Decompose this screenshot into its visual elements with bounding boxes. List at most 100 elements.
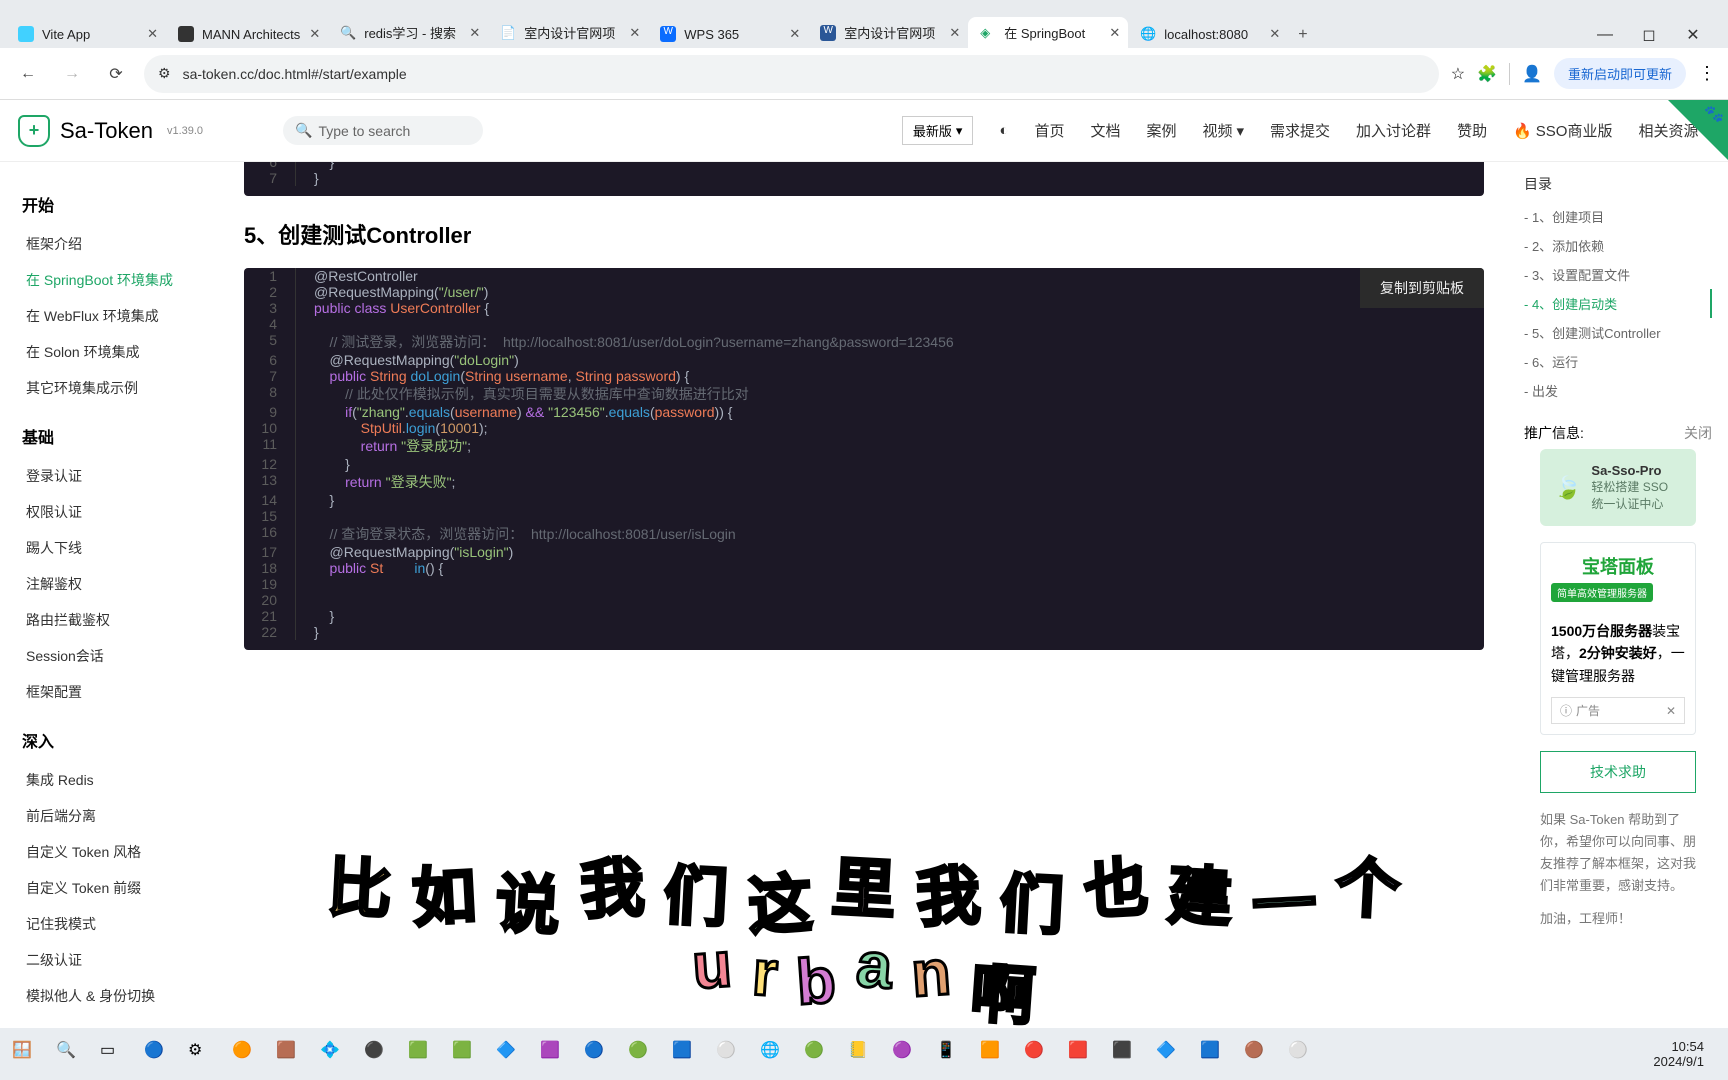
- sidebar-item-springboot[interactable]: 在 SpringBoot 环境集成: [22, 262, 220, 298]
- nav-home[interactable]: 首页: [1034, 120, 1064, 141]
- tab-wps[interactable]: WWPS 365✕: [648, 20, 808, 48]
- chrome-icon[interactable]: 🌐: [760, 1040, 788, 1068]
- nav-sso[interactable]: 🔥 SSO商业版: [1513, 120, 1612, 141]
- system-tray-clock[interactable]: 10:54 2024/9/1: [1653, 1039, 1716, 1069]
- profile-icon[interactable]: 👤: [1522, 64, 1542, 84]
- tab-mann[interactable]: MANN Architects✕: [166, 20, 328, 48]
- nav-cases[interactable]: 案例: [1146, 120, 1176, 141]
- back-button[interactable]: ←: [12, 58, 44, 90]
- help-button[interactable]: 技术求助: [1540, 751, 1696, 793]
- search-icon: 🔍: [295, 122, 312, 139]
- toc-item[interactable]: - 2、添加依赖: [1524, 231, 1712, 260]
- app-icon[interactable]: 🔵: [584, 1040, 612, 1068]
- sidebar-item-webflux[interactable]: 在 WebFlux 环境集成: [22, 298, 220, 334]
- windows-taskbar: 🪟 🔍 ▭ 🔵 ⚙ 🟠 🟫 💠 ⚫ 🟩 🟩 🔷 🟪 🔵 🟢 🟦 ⚪ 🌐 🟢 📒 …: [0, 1028, 1728, 1080]
- app-icon[interactable]: ⚙: [188, 1040, 216, 1068]
- url-text: sa-token.cc/doc.html#/start/example: [183, 66, 407, 82]
- app-icon[interactable]: 🟢: [628, 1040, 656, 1068]
- restart-update-button[interactable]: 重新启动即可更新: [1554, 58, 1686, 89]
- logo[interactable]: + Sa-Token v1.39.0: [18, 115, 203, 147]
- task-view-icon[interactable]: ▭: [100, 1040, 128, 1068]
- tab-localhost[interactable]: 🌐localhost:8080✕: [1128, 20, 1288, 48]
- close-icon[interactable]: ✕: [1269, 26, 1280, 42]
- nav-docs[interactable]: 文档: [1090, 120, 1120, 141]
- toc-item[interactable]: - 1、创建项目: [1524, 202, 1712, 231]
- tab-design1[interactable]: 📄室内设计官网项✕: [488, 17, 648, 48]
- new-tab-button[interactable]: +: [1288, 22, 1317, 48]
- thank-you-note: 如果 Sa-Token 帮助到了你，希望你可以向同事、朋友推荐了解本框架，这对我…: [1540, 809, 1696, 929]
- maximize-icon[interactable]: ◻: [1632, 22, 1666, 48]
- copy-clipboard-button[interactable]: 复制到剪贴板: [1360, 268, 1484, 308]
- toc-item[interactable]: - 3、设置配置文件: [1524, 260, 1712, 289]
- main-content: 5 System.out.println("启动成功, Sa-Token 配置如…: [220, 162, 1508, 1012]
- app-icon[interactable]: ⬛: [1112, 1040, 1140, 1068]
- app-icon[interactable]: 🟦: [672, 1040, 700, 1068]
- app-icon[interactable]: 🔷: [1156, 1040, 1184, 1068]
- nav-group[interactable]: 加入讨论群: [1356, 120, 1431, 141]
- app-icon[interactable]: ⚫: [364, 1040, 392, 1068]
- minimize-icon[interactable]: —: [1588, 22, 1622, 48]
- app-icon[interactable]: 🟣: [892, 1040, 920, 1068]
- search-taskbar-icon[interactable]: 🔍: [56, 1040, 84, 1068]
- toc-item[interactable]: - 6、运行: [1524, 347, 1712, 376]
- app-icon[interactable]: 📱: [936, 1040, 964, 1068]
- app-icon[interactable]: 🟫: [276, 1040, 304, 1068]
- close-ad-icon[interactable]: ✕: [1666, 704, 1676, 718]
- close-icon[interactable]: ✕: [1109, 25, 1120, 41]
- search-input[interactable]: 🔍 Type to search: [283, 116, 483, 145]
- app-icon[interactable]: 🟩: [452, 1040, 480, 1068]
- app-icon[interactable]: 🟤: [1244, 1040, 1272, 1068]
- app-icon[interactable]: 🔵: [144, 1040, 172, 1068]
- tab-design2[interactable]: W室内设计官网项✕: [808, 17, 968, 48]
- reload-button[interactable]: ⟳: [100, 58, 132, 90]
- app-icon[interactable]: 📒: [848, 1040, 876, 1068]
- close-icon[interactable]: ✕: [629, 25, 640, 41]
- start-button[interactable]: 🪟: [12, 1040, 40, 1068]
- app-icon[interactable]: ⚪: [716, 1040, 744, 1068]
- site-info-icon[interactable]: ⚙: [158, 65, 171, 82]
- sidebar-item-solon[interactable]: 在 Solon 环境集成: [22, 334, 220, 370]
- sidebar-item-intro[interactable]: 框架介绍: [22, 226, 220, 262]
- close-icon[interactable]: ✕: [949, 25, 960, 41]
- close-icon[interactable]: ✕: [147, 26, 158, 42]
- nav-video[interactable]: 视频 ▾: [1202, 120, 1244, 141]
- vscode-icon[interactable]: 💠: [320, 1040, 348, 1068]
- bookmark-icon[interactable]: ☆: [1451, 64, 1465, 84]
- version-select[interactable]: 最新版▾: [902, 116, 974, 145]
- sidebar-group-start: 开始: [22, 192, 220, 216]
- app-icon[interactable]: 🔷: [496, 1040, 524, 1068]
- toc-item[interactable]: - 4、创建启动类: [1524, 289, 1712, 318]
- nav-request[interactable]: 需求提交: [1270, 120, 1330, 141]
- extensions-icon[interactable]: 🧩: [1477, 64, 1497, 84]
- close-icon[interactable]: ✕: [309, 26, 320, 42]
- app-icon[interactable]: ⚪: [1288, 1040, 1316, 1068]
- app-icon[interactable]: 🟠: [232, 1040, 260, 1068]
- toc-item[interactable]: - 出发: [1524, 376, 1712, 405]
- promo-close[interactable]: 关闭: [1684, 423, 1712, 443]
- close-icon[interactable]: ✕: [789, 26, 800, 42]
- forward-button[interactable]: →: [56, 58, 88, 90]
- app-icon[interactable]: 🟢: [804, 1040, 832, 1068]
- app-icon[interactable]: 🔴: [1024, 1040, 1052, 1068]
- browser-tab-strip: Vite App✕ MANN Architects✕ 🔍redis学习 - 搜索…: [0, 0, 1728, 48]
- tab-springboot[interactable]: ◈在 SpringBoot✕: [968, 17, 1128, 48]
- tab-redis[interactable]: 🔍redis学习 - 搜索✕: [328, 17, 488, 48]
- close-window-icon[interactable]: ✕: [1676, 22, 1710, 48]
- address-bar-row: ← → ⟳ ⚙ sa-token.cc/doc.html#/start/exam…: [0, 48, 1728, 100]
- baota-promo-card[interactable]: 宝塔面板 简单高效管理服务器 1500万台服务器装宝塔，2分钟安装好，一键管理服…: [1540, 542, 1696, 735]
- sso-promo-card[interactable]: 🍃 Sa-Sso-Pro 轻松搭建 SSO 统一认证中心: [1540, 449, 1696, 526]
- sidebar-item-other[interactable]: 其它环境集成示例: [22, 370, 220, 406]
- vs-icon[interactable]: 🟪: [540, 1040, 568, 1068]
- app-icon[interactable]: 🟦: [1200, 1040, 1228, 1068]
- menu-icon[interactable]: ⋮: [1698, 63, 1716, 84]
- nav-sponsor[interactable]: 赞助: [1457, 120, 1487, 141]
- app-icon[interactable]: 🟩: [408, 1040, 436, 1068]
- close-icon[interactable]: ✕: [469, 25, 480, 41]
- app-icon[interactable]: 🟧: [980, 1040, 1008, 1068]
- tab-vite[interactable]: Vite App✕: [6, 20, 166, 48]
- url-bar[interactable]: ⚙ sa-token.cc/doc.html#/start/example: [144, 55, 1439, 93]
- app-icon[interactable]: 🟥: [1068, 1040, 1096, 1068]
- logo-version: v1.39.0: [167, 125, 203, 137]
- theme-toggle-icon[interactable]: ◐: [999, 122, 1008, 139]
- toc-item[interactable]: - 5、创建测试Controller: [1524, 318, 1712, 347]
